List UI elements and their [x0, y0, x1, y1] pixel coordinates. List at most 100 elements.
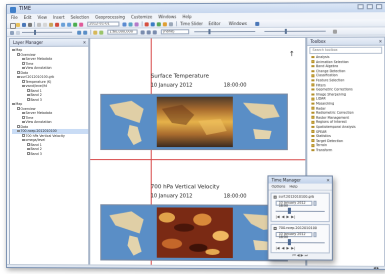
date-combo[interactable]: 2012-01-01 [87, 21, 119, 26]
checkbox-icon[interactable] [12, 49, 14, 52]
layer-tree-item[interactable]: Band 3 [12, 152, 88, 157]
scale-combo[interactable]: 1:60,000,000 [107, 29, 137, 34]
graphics-icon[interactable] [16, 30, 20, 34]
layer-icon[interactable] [79, 22, 83, 26]
maximize-button[interactable] [367, 4, 373, 9]
play-control-button[interactable]: ▶| [291, 215, 295, 219]
contrast-slider-thumb[interactable] [285, 29, 287, 34]
time-slider-thumb[interactable] [34, 30, 36, 35]
windows-label[interactable]: Windows [229, 20, 247, 25]
full-extent-icon[interactable] [163, 22, 167, 26]
status-nav[interactable]: ◀ ▶ [373, 267, 379, 270]
close-window-button[interactable] [376, 4, 382, 9]
play-control-button[interactable]: ▶| [291, 246, 295, 250]
checkbox-icon[interactable] [27, 89, 30, 92]
time-slider-track[interactable] [276, 242, 325, 243]
open-folder-icon[interactable] [16, 22, 20, 26]
paste-icon[interactable] [49, 22, 53, 26]
help-icon[interactable] [255, 21, 259, 25]
step-forward-icon[interactable] [83, 30, 87, 34]
editor-icon[interactable] [122, 22, 126, 26]
contrast-slider-track[interactable] [264, 31, 325, 32]
time-slider-track[interactable] [22, 32, 72, 33]
undo-icon[interactable] [61, 22, 65, 26]
checkbox-icon[interactable] [17, 76, 20, 79]
close-icon[interactable]: × [326, 176, 329, 183]
play-control-button[interactable]: |◀ [276, 246, 280, 250]
print-icon[interactable] [28, 22, 32, 26]
bookmark-icon[interactable] [93, 30, 97, 34]
delete-icon[interactable] [55, 22, 59, 26]
pan-icon[interactable] [157, 22, 161, 26]
layer-enable-checkbox[interactable] [274, 227, 277, 230]
transparency-slider-track[interactable] [194, 31, 255, 32]
checkbox-icon[interactable] [17, 53, 20, 56]
play-control-button[interactable]: ◀ [282, 215, 285, 219]
layer-combo[interactable]: (none) [161, 29, 189, 34]
add-data-icon[interactable] [73, 22, 77, 26]
checkbox-icon[interactable] [12, 103, 14, 106]
vertical-velocity-map[interactable] [100, 204, 288, 261]
time-slider-label[interactable]: Time Slider [180, 21, 203, 26]
checkbox-icon[interactable] [22, 116, 25, 119]
minimize-button[interactable] [358, 4, 364, 9]
menu-edit[interactable]: Edit [24, 14, 32, 21]
select-arrow-icon[interactable] [10, 30, 14, 34]
play-control-button[interactable]: ◀ [282, 246, 285, 250]
checkbox-icon[interactable] [27, 143, 30, 146]
checkbox-icon[interactable] [22, 62, 25, 65]
checkbox-icon[interactable] [17, 107, 20, 110]
editor-label[interactable]: Editor [208, 21, 220, 26]
play-control-button[interactable]: ▶ [286, 215, 289, 219]
menu-insert[interactable]: Insert [53, 14, 65, 21]
date-spinner[interactable] [313, 232, 316, 237]
grid-icon[interactable] [141, 30, 145, 34]
checkbox-icon[interactable] [22, 58, 25, 61]
time-slider-track[interactable] [276, 211, 325, 212]
checkbox-icon[interactable] [17, 71, 20, 74]
zoom-in-icon[interactable] [145, 22, 149, 26]
layer-enable-checkbox[interactable] [274, 196, 277, 199]
time-layer-date-combo[interactable]: 10 January 2012 18:00 [276, 201, 313, 206]
time-manager-footer[interactable]: ⏮ ◀ ▶ ⏭ [268, 253, 331, 257]
georef-icon[interactable] [99, 30, 103, 34]
play-control-button[interactable]: ▶ [286, 246, 289, 250]
cut-icon[interactable] [37, 22, 41, 26]
close-icon[interactable]: × [379, 38, 382, 45]
flicker-icon[interactable] [153, 30, 157, 34]
date-spinner[interactable] [313, 201, 316, 206]
checkbox-icon[interactable] [22, 85, 25, 88]
options-icon[interactable] [333, 29, 337, 33]
checkbox-icon[interactable] [22, 134, 25, 137]
copy-icon[interactable] [43, 22, 47, 26]
time-layer-date-combo[interactable]: 10 January 2012 18:00 [276, 232, 313, 237]
checkbox-icon[interactable] [17, 130, 20, 133]
checkbox-icon[interactable] [22, 80, 25, 83]
menu-help[interactable]: Help [182, 13, 191, 20]
checkbox-icon[interactable] [17, 125, 20, 128]
checkbox-icon[interactable] [27, 148, 30, 151]
checkbox-icon[interactable] [27, 152, 30, 155]
checkbox-icon[interactable] [27, 98, 30, 101]
toolbox-search-input[interactable]: Search toolbox [309, 47, 382, 54]
tm-menu-help[interactable]: Help [289, 184, 297, 190]
identify-icon[interactable] [129, 22, 133, 26]
surface-temperature-map[interactable] [100, 94, 288, 151]
checkbox-icon[interactable] [22, 67, 25, 70]
time-slider-thumb[interactable] [288, 239, 291, 245]
toolbox-item[interactable]: Transform [307, 148, 384, 153]
time-slider-thumb[interactable] [288, 208, 291, 214]
menu-file[interactable]: File [11, 14, 18, 21]
zoom-out-icon[interactable] [151, 22, 155, 26]
checkbox-icon[interactable] [22, 139, 25, 142]
tm-menu-options[interactable]: Options [272, 183, 286, 189]
close-icon[interactable]: × [83, 39, 86, 46]
swipe-icon[interactable] [147, 30, 151, 34]
measure-icon[interactable] [135, 22, 139, 26]
transparency-slider-thumb[interactable] [208, 29, 210, 34]
redo-icon[interactable] [67, 22, 71, 26]
menu-view[interactable]: View [37, 14, 47, 21]
checkbox-icon[interactable] [27, 94, 30, 97]
refresh-icon[interactable] [169, 22, 173, 26]
checkbox-icon[interactable] [22, 112, 25, 115]
